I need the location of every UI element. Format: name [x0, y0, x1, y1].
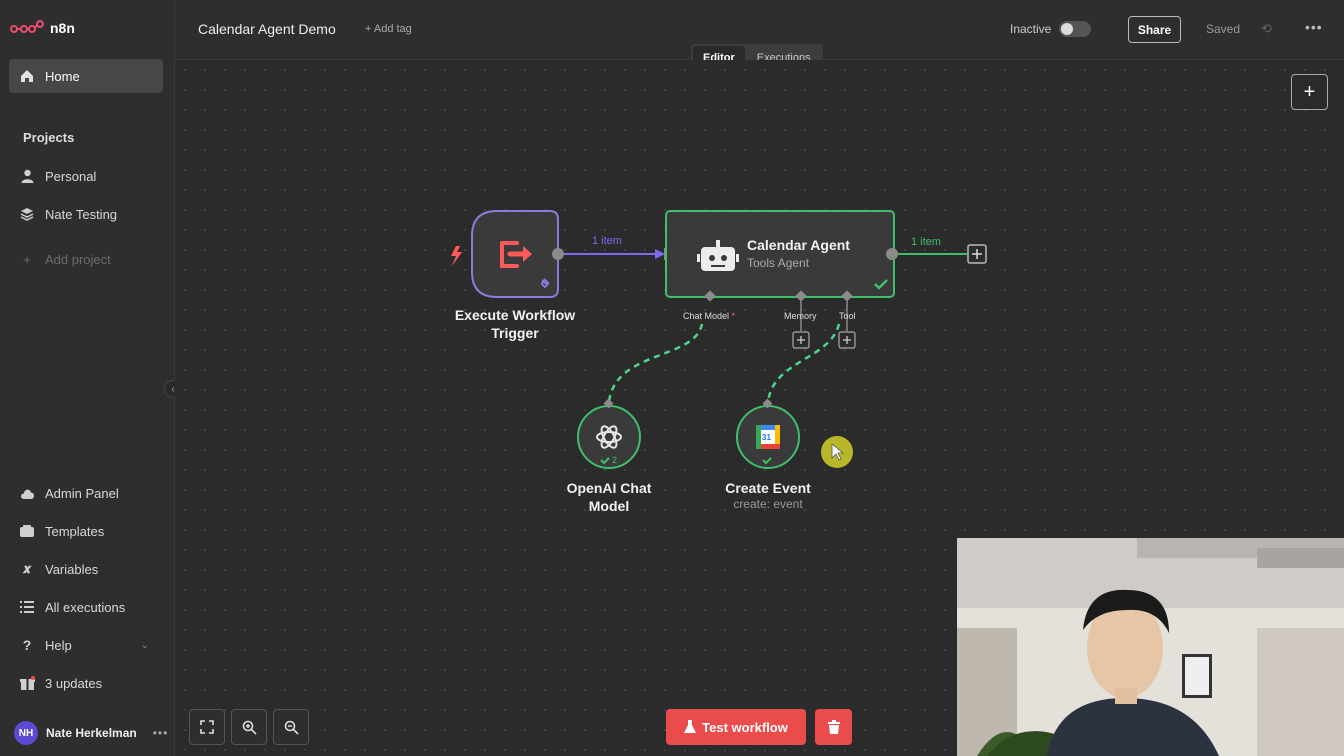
- add-tool-button[interactable]: [838, 331, 856, 349]
- openai-label-line2: Model: [588, 498, 630, 514]
- cursor-highlight: [821, 436, 853, 468]
- zoom-out-icon: [284, 720, 299, 735]
- help-icon: ?: [22, 637, 32, 653]
- sidebar-item-label: Home: [45, 68, 80, 84]
- plus-icon: +: [23, 251, 31, 267]
- sidebar-item-variables[interactable]: 𝒙 Variables: [9, 552, 163, 586]
- sidebar-item-label: Help: [45, 637, 72, 653]
- workflow-title[interactable]: Calendar Agent Demo: [198, 21, 336, 37]
- zoom-in-icon: [242, 720, 257, 735]
- agent-title: Calendar Agent: [747, 237, 850, 253]
- status-label: Inactive: [1010, 22, 1052, 36]
- sidebar-item-label: Admin Panel: [45, 485, 119, 501]
- edge-openai-chat-model: [607, 323, 704, 403]
- user-icon: [19, 168, 35, 184]
- variables-icon: 𝒙: [22, 561, 32, 576]
- openai-label-line1: OpenAI Chat: [566, 480, 652, 496]
- sidebar-item-label: Nate Testing: [45, 206, 118, 222]
- sidebar-item-label: All executions: [45, 599, 126, 615]
- calendar-node-label: Create Event: [725, 480, 811, 496]
- edge-arrowhead: [655, 249, 665, 259]
- execute-workflow-trigger-node[interactable]: [471, 210, 559, 298]
- fit-view-button[interactable]: [189, 709, 225, 745]
- agent-subtitle: Tools Agent: [747, 256, 810, 270]
- trigger-label-line2: Trigger: [491, 325, 539, 341]
- sidebar-item-home[interactable]: Home: [9, 59, 163, 93]
- memory-label: Memory: [784, 311, 817, 321]
- delete-button[interactable]: [815, 709, 852, 745]
- sidebar: n8n Home Projects Personal Nate Testing …: [0, 0, 182, 756]
- sidebar-item-label: 3 updates: [45, 675, 103, 691]
- test-workflow-button[interactable]: Test workflow: [666, 709, 806, 745]
- trigger-output-port: [552, 248, 564, 260]
- user-name: Nate Herkelman: [46, 726, 137, 740]
- sidebar-item-updates[interactable]: 3 updates: [9, 666, 163, 700]
- add-memory-button[interactable]: [792, 331, 810, 349]
- home-icon: [19, 68, 35, 84]
- chevron-down-icon: ⌄: [140, 639, 149, 651]
- projects-section-title: Projects: [23, 130, 75, 145]
- tool-label: Tool: [839, 311, 856, 321]
- saved-status: Saved: [1206, 22, 1241, 36]
- add-next-node-button[interactable]: [967, 244, 987, 264]
- openai-node-label: OpenAI Chat Model: [549, 479, 669, 515]
- user-menu[interactable]: NH Nate Herkelman •••: [14, 721, 168, 745]
- edge-in-label: 1 item: [592, 235, 622, 247]
- sidebar-item-label: Variables: [45, 561, 99, 577]
- trigger-node-label: Execute Workflow Trigger: [440, 306, 590, 342]
- more-options-icon[interactable]: •••: [1305, 19, 1323, 35]
- add-project-button[interactable]: + Add project: [9, 242, 163, 276]
- n8n-logo[interactable]: n8n: [10, 20, 75, 36]
- webcam-overlay: [957, 538, 1344, 756]
- app-name: n8n: [50, 20, 75, 36]
- more-options-icon[interactable]: •••: [153, 726, 169, 740]
- calendar-agent-node[interactable]: [665, 210, 895, 298]
- required-mark: *: [731, 311, 736, 321]
- chat-model-label: Chat Model *: [683, 311, 735, 321]
- list-icon: [19, 599, 35, 615]
- layers-icon: [19, 206, 35, 222]
- share-button[interactable]: Share: [1128, 16, 1181, 43]
- flask-icon: [684, 720, 697, 733]
- active-toggle[interactable]: [1059, 21, 1091, 37]
- trigger-label-line1: Execute Workflow: [454, 307, 576, 323]
- cloud-icon: [19, 485, 35, 501]
- sidebar-item-help[interactable]: ? Help ⌄: [9, 628, 163, 662]
- sidebar-item-templates[interactable]: Templates: [9, 514, 163, 548]
- gift-icon: [19, 675, 35, 691]
- sidebar-item-admin-panel[interactable]: Admin Panel: [9, 476, 163, 510]
- calendar-icon-day: 31: [762, 433, 771, 442]
- chat-model-label-text: Chat Model: [683, 311, 730, 321]
- sidebar-item-label: Templates: [45, 523, 105, 539]
- sidebar-item-nate-testing[interactable]: Nate Testing: [9, 197, 163, 231]
- test-workflow-label: Test workflow: [702, 719, 788, 735]
- zoom-out-button[interactable]: [273, 709, 309, 745]
- templates-icon: [19, 523, 35, 539]
- sidebar-item-label: Personal: [45, 168, 97, 184]
- openai-chat-model-node[interactable]: [577, 405, 641, 469]
- calendar-node-subtitle: create: event: [733, 497, 803, 511]
- webcam-video: [957, 538, 1344, 756]
- sidebar-item-all-executions[interactable]: All executions: [9, 590, 163, 624]
- history-icon[interactable]: ⟲: [1261, 21, 1272, 37]
- avatar: NH: [14, 721, 38, 745]
- fit-view-icon: [200, 720, 214, 734]
- edge-out-label: 1 item: [911, 236, 941, 248]
- lightning-icon: [451, 246, 462, 266]
- zoom-in-button[interactable]: [231, 709, 267, 745]
- trash-icon: [827, 720, 840, 734]
- sidebar-item-personal[interactable]: Personal: [9, 159, 163, 193]
- agent-output-port: [886, 248, 898, 260]
- n8n-logo-icon: [10, 20, 44, 33]
- openai-run-count: 2: [612, 455, 618, 465]
- toggle-knob: [1061, 23, 1073, 35]
- add-tag-button[interactable]: + Add tag: [365, 23, 412, 35]
- add-project-label: Add project: [45, 251, 111, 267]
